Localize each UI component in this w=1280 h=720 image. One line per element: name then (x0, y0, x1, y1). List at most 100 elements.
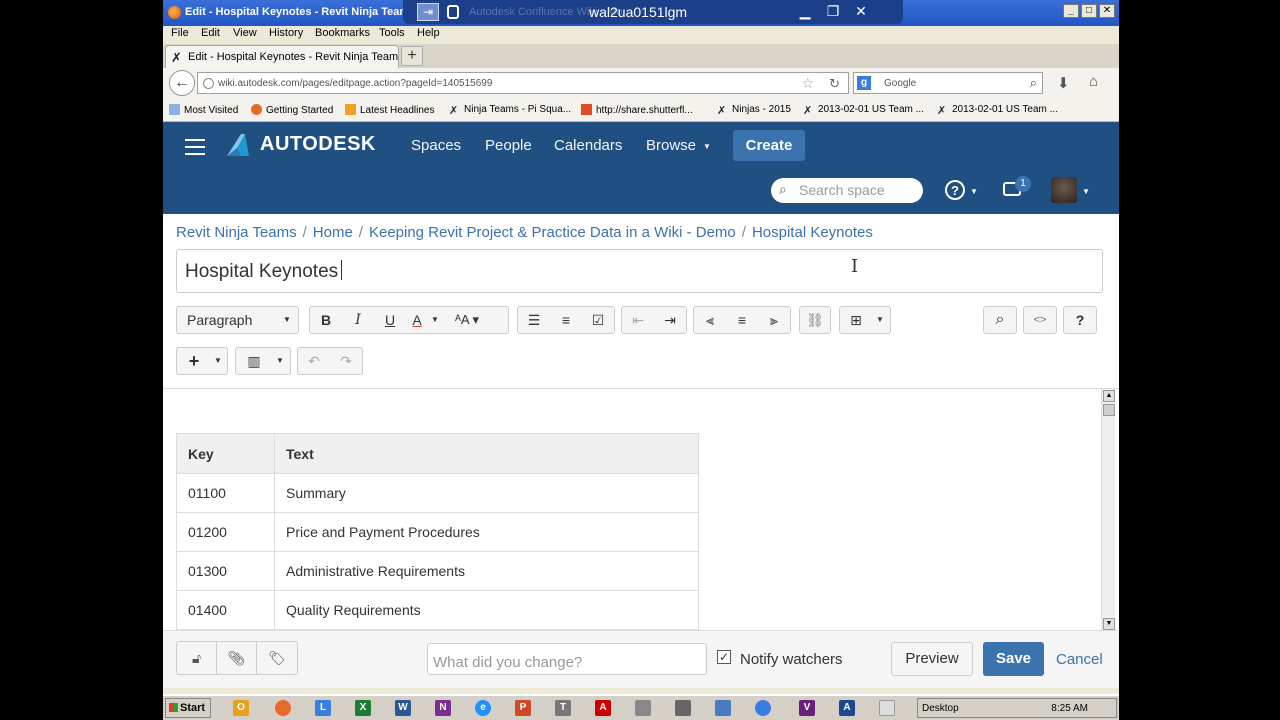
tool-icon[interactable]: T (555, 700, 571, 716)
page-layout-button[interactable]: ▥ ▼ (235, 347, 291, 375)
table-cell[interactable]: 01400 (176, 590, 275, 630)
label-tag-icon[interactable]: 🏷︎ (257, 642, 297, 674)
word-icon[interactable]: W (395, 700, 411, 716)
keynotes-table[interactable]: Key Text 01100 Summary 01200 Price and P… (176, 433, 699, 630)
firefox-icon[interactable] (275, 700, 291, 716)
restrictions-lock-icon[interactable]: 🔓︎ (177, 642, 217, 674)
scroll-down-icon[interactable]: ▼ (1103, 618, 1115, 630)
bold-button[interactable]: B (310, 307, 342, 333)
column-header[interactable]: Key (176, 433, 275, 474)
app-icon[interactable] (715, 700, 731, 716)
task-list-icon[interactable]: ☑ (582, 307, 614, 333)
visual-studio-icon[interactable]: V (799, 700, 815, 716)
internet-explorer-icon[interactable]: e (475, 700, 491, 716)
source-editor-button[interactable]: <> (1023, 306, 1057, 334)
cancel-button[interactable]: Cancel (1056, 651, 1103, 668)
bookmark-getting-started[interactable]: Getting Started (251, 104, 333, 116)
notify-watchers-label[interactable]: Notify watchers (740, 651, 843, 668)
app-icon[interactable] (675, 700, 691, 716)
align-right-icon[interactable]: ⫸ (758, 307, 790, 333)
reload-icon[interactable]: ↻ (829, 76, 840, 92)
paragraph-dropdown[interactable]: Paragraph ▼ (176, 306, 299, 334)
google-icon[interactable]: g (857, 76, 871, 90)
notify-watchers-checkbox[interactable]: ✓ (717, 650, 731, 664)
browser-tab[interactable]: ✗ Edit - Hospital Keynotes - Revit Ninja… (165, 45, 399, 68)
nav-spaces[interactable]: Spaces (411, 137, 461, 154)
menu-help[interactable]: Help (417, 27, 440, 39)
table-cell[interactable]: 01100 (176, 473, 275, 513)
search-icon[interactable]: ⌕ (1030, 75, 1037, 91)
onenote-icon[interactable]: N (435, 700, 451, 716)
table-cell[interactable]: Price and Payment Procedures (274, 512, 699, 552)
breadcrumb-item[interactable]: Revit Ninja Teams (176, 224, 297, 241)
bookmark-ninja-teams[interactable]: ✗ Ninja Teams - Pi Squa... (449, 104, 571, 117)
bookmark-most-visited[interactable]: Most Visited (169, 104, 238, 116)
notepad-icon[interactable] (879, 700, 895, 716)
table-cell[interactable]: Administrative Requirements (274, 551, 699, 591)
italic-button[interactable]: I (342, 307, 374, 333)
menu-bookmarks[interactable]: Bookmarks (315, 27, 370, 39)
maximize-icon[interactable]: □ (1081, 4, 1097, 18)
app-icon[interactable] (635, 700, 651, 716)
save-button[interactable]: Save (983, 642, 1044, 676)
nav-calendars[interactable]: Calendars (554, 137, 622, 154)
home-icon[interactable]: ⌂ (1089, 73, 1098, 90)
menu-view[interactable]: View (233, 27, 257, 39)
insert-more-button[interactable]: + ▼ (176, 347, 228, 375)
more-formatting-icon[interactable]: ᴬA ▾ (442, 307, 492, 333)
chevron-down-icon[interactable]: ▼ (428, 307, 442, 333)
app-icon[interactable] (755, 700, 771, 716)
start-button[interactable]: Start (165, 698, 211, 718)
preview-button[interactable]: Preview (891, 642, 973, 676)
minimize-icon[interactable]: _ (1063, 4, 1079, 18)
menu-edit[interactable]: Edit (201, 27, 220, 39)
table-cell[interactable]: Summary (274, 473, 699, 513)
pin-icon[interactable]: ⇥ (417, 3, 439, 21)
scrollbar-thumb[interactable] (1103, 404, 1115, 416)
menu-file[interactable]: File (171, 27, 189, 39)
bullet-list-icon[interactable]: ☰ (518, 307, 550, 333)
excel-icon[interactable]: X (355, 700, 371, 716)
outlook-icon[interactable]: O (233, 700, 249, 716)
align-center-icon[interactable]: ≡ (726, 307, 758, 333)
scroll-up-icon[interactable]: ▲ (1103, 390, 1115, 402)
back-button[interactable]: ← (169, 70, 195, 96)
undo-icon[interactable]: ↶ (298, 348, 330, 374)
close-icon[interactable]: ✕ (1099, 4, 1115, 18)
attachment-icon[interactable]: 📎︎ (217, 642, 257, 674)
lync-icon[interactable]: L (315, 700, 331, 716)
outdent-icon[interactable]: ⇤ (622, 307, 654, 333)
menu-icon[interactable] (185, 139, 205, 160)
bookmark-latest-headlines[interactable]: Latest Headlines (345, 104, 435, 116)
bookmark-us-team-2[interactable]: ✗ 2013-02-01 US Team ... (937, 104, 1058, 117)
text-color-button[interactable]: A (406, 307, 428, 333)
table-cell[interactable]: 01300 (176, 551, 275, 591)
rdp-minimize-icon[interactable]: ▁ (795, 3, 815, 20)
table-cell[interactable]: Quality Requirements (274, 590, 699, 630)
editor-content[interactable]: Key Text 01100 Summary 01200 Price and P… (163, 388, 1119, 631)
nav-browse[interactable]: Browse (646, 137, 696, 154)
bookmark-us-team-1[interactable]: ✗ 2013-02-01 US Team ... (803, 104, 924, 117)
help-button[interactable]: ? (1063, 306, 1097, 334)
find-replace-button[interactable]: ⌕ (983, 306, 1017, 334)
bookmark-ninjas-2015[interactable]: ✗ Ninjas - 2015 (717, 104, 791, 117)
bookmark-star-icon[interactable]: ☆ (801, 75, 814, 92)
new-tab-button[interactable]: + (401, 46, 423, 66)
rdp-restore-icon[interactable]: ❐ (823, 3, 843, 20)
menu-history[interactable]: History (269, 27, 303, 39)
link-button[interactable]: ⛓ (799, 306, 831, 334)
breadcrumb-item[interactable]: Home (313, 224, 353, 241)
numbered-list-icon[interactable]: ≡ (550, 307, 582, 333)
search-space-input[interactable]: ⌕ Search space (771, 178, 923, 203)
redo-icon[interactable]: ↷ (330, 348, 362, 374)
table-button[interactable]: ⊞ ▼ (839, 306, 891, 334)
table-cell[interactable]: 01200 (176, 512, 275, 552)
breadcrumb-item[interactable]: Keeping Revit Project & Practice Data in… (369, 224, 736, 241)
avatar[interactable] (1051, 177, 1077, 203)
indent-icon[interactable]: ⇥ (654, 307, 686, 333)
change-comment-input[interactable] (427, 643, 707, 675)
web-search-box[interactable]: g Google ⌕ (853, 72, 1043, 94)
nav-people[interactable]: People (485, 137, 532, 154)
autodesk-icon[interactable]: A (839, 700, 855, 716)
menu-tools[interactable]: Tools (379, 27, 405, 39)
